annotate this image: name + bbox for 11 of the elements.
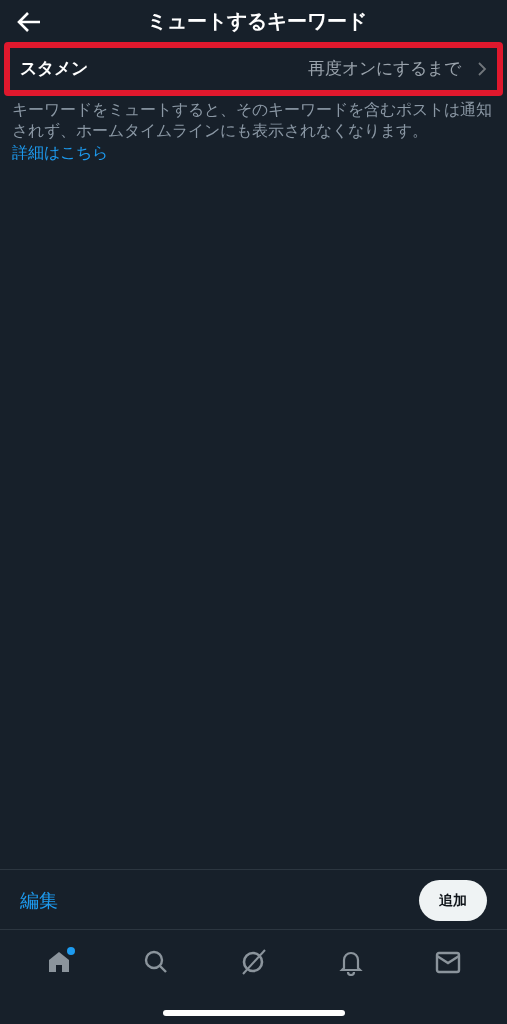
slashed-circle-icon: [239, 948, 268, 976]
chevron-icon: [477, 60, 487, 77]
description-text: キーワードをミュートすると、そのキーワードを含むポストは通知されず、ホームタイムラインにも表示されなくなります。 詳細はこちら: [11, 99, 493, 164]
duration-label: 再度オンにするまで: [308, 57, 461, 80]
back-arrow-icon: [16, 10, 42, 33]
page-title: ミュートするキーワード: [145, 8, 368, 35]
keyword-row[interactable]: スタメン 再度オンにするまで: [4, 42, 503, 96]
learn-more-link[interactable]: 詳細はこちら: [12, 143, 108, 162]
edit-button[interactable]: 編集: [20, 886, 58, 915]
add-button[interactable]: 追加: [419, 880, 487, 921]
keyword-label: スタメン: [20, 57, 88, 80]
